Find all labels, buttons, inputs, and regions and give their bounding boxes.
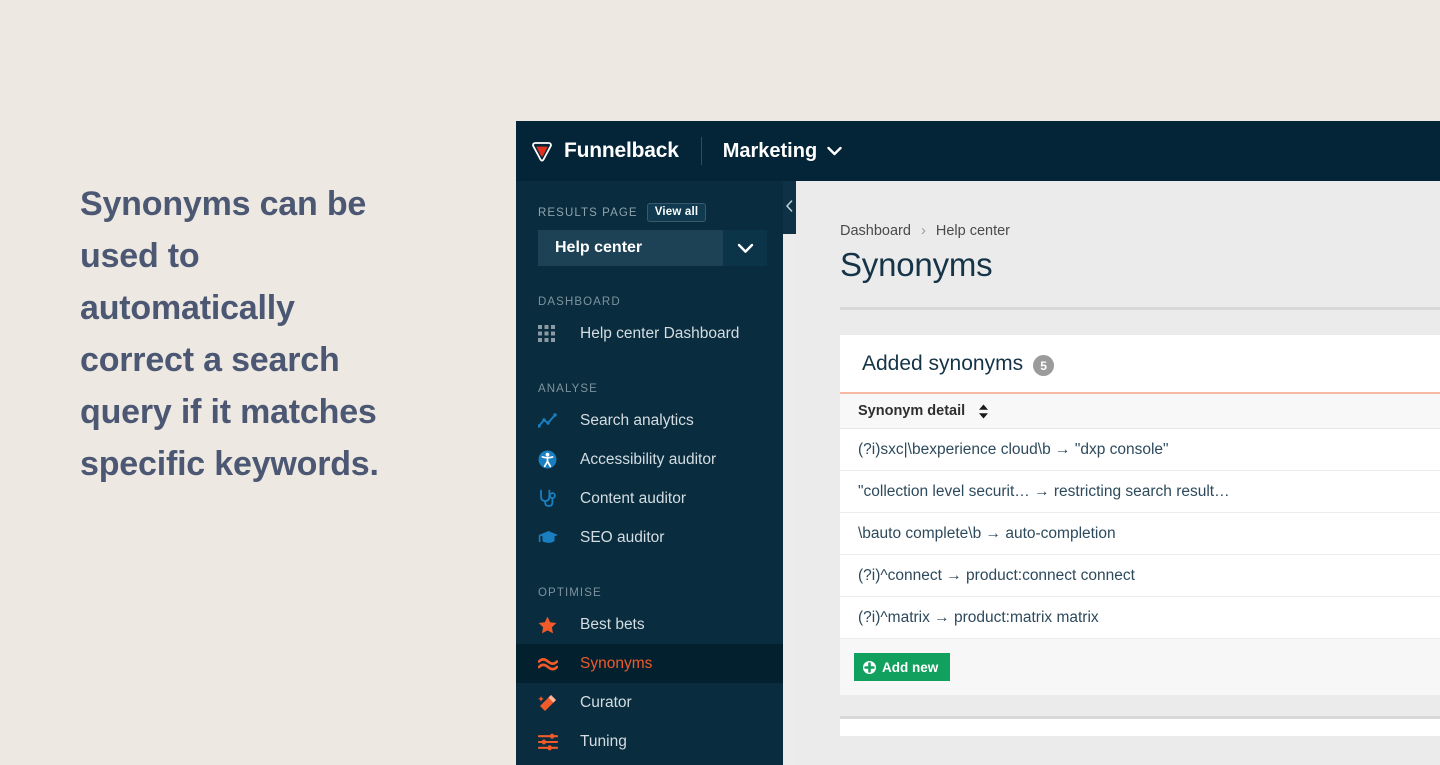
breadcrumb-item-dashboard[interactable]: Dashboard	[840, 223, 911, 239]
table-row[interactable]: (?i)^matrix → product:matrix matrix	[840, 597, 1440, 639]
card-header: Added synonyms 5	[840, 335, 1440, 394]
results-page-select[interactable]: Help center	[538, 230, 767, 266]
results-page-label: RESULTS PAGE View all	[516, 203, 783, 222]
sidebar-item-search-analytics[interactable]: Search analytics	[516, 401, 783, 440]
app-window: Funnelback Marketing RESULTS PAGE View a…	[516, 121, 1440, 765]
sidebar-item-label: SEO auditor	[580, 528, 665, 546]
topbar-divider	[700, 137, 702, 165]
chevron-down-icon	[827, 146, 842, 156]
add-new-label: Add new	[882, 659, 939, 675]
brand-name: Funnelback	[564, 139, 679, 162]
sidebar-item-label: Accessibility auditor	[580, 450, 717, 468]
breadcrumb: Dashboard › Help center	[796, 181, 1440, 239]
sidebar-group-title-optimise: OPTIMISE	[538, 587, 602, 599]
stethoscope-icon	[538, 489, 566, 508]
sidebar-item-label: Best bets	[580, 615, 645, 633]
sidebar-item-label: Synonyms	[580, 654, 653, 672]
results-page-label-text: RESULTS PAGE	[538, 206, 638, 219]
sidebar-item-label: Help center Dashboard	[580, 324, 740, 342]
funnelback-logo-icon	[529, 139, 555, 165]
sidebar-item-help-center-dashboard[interactable]: Help center Dashboard	[516, 314, 783, 353]
table-row[interactable]: \bauto complete\b → auto-completion	[840, 513, 1440, 555]
add-new-button[interactable]: Add new	[854, 653, 951, 681]
synonym-count-badge: 5	[1033, 355, 1055, 376]
title-divider	[840, 307, 1440, 310]
sidebar: RESULTS PAGE View all Help center DASHBO…	[516, 181, 783, 765]
sidebar-item-accessibility-auditor[interactable]: Accessibility auditor	[516, 440, 783, 479]
view-all-button[interactable]: View all	[646, 203, 707, 222]
caption-text: Synonyms can be used to automatically co…	[80, 185, 379, 483]
sidebar-item-seo-auditor[interactable]: SEO auditor	[516, 518, 783, 557]
sidebar-item-synonyms[interactable]: Synonyms	[516, 644, 783, 683]
accessibility-icon	[538, 450, 566, 469]
wave-icon	[538, 656, 566, 672]
sidebar-item-curator[interactable]: Curator	[516, 683, 783, 722]
added-synonyms-card: Added synonyms 5 Synonym detail (?i)sxc|…	[840, 335, 1440, 695]
table-header-row[interactable]: Synonym detail	[840, 394, 1440, 429]
sidebar-item-label: Tuning	[580, 732, 627, 750]
graduation-cap-icon	[538, 529, 566, 546]
results-page-selected-value: Help center	[555, 239, 643, 256]
plus-circle-icon	[863, 660, 876, 674]
sliders-icon	[538, 733, 566, 751]
column-header-synonym-detail: Synonym detail	[858, 403, 966, 419]
page-title: Synonyms	[840, 246, 993, 283]
collection-name: Marketing	[722, 139, 818, 162]
top-header-bar: Funnelback Marketing	[516, 121, 1440, 181]
card-title: Added synonyms	[862, 351, 1024, 375]
chevron-down-icon[interactable]	[723, 230, 767, 266]
synonym-rows: (?i)sxc|\bexperience cloud\b → "dxp cons…	[840, 429, 1440, 639]
sidebar-item-content-auditor[interactable]: Content auditor	[516, 479, 783, 518]
breadcrumb-separator: ›	[920, 223, 926, 239]
grid-icon	[538, 325, 566, 342]
breadcrumb-item-help-center[interactable]: Help center	[936, 223, 1010, 239]
sidebar-group-title-analyse: ANALYSE	[538, 383, 598, 395]
collection-switcher[interactable]: Marketing	[723, 140, 842, 163]
chevron-left-icon	[786, 199, 793, 216]
table-row[interactable]: (?i)sxc|\bexperience cloud\b → "dxp cons…	[840, 429, 1440, 471]
table-row[interactable]: "collection level securit… → restricting…	[840, 471, 1440, 513]
sort-updown-icon[interactable]	[978, 404, 989, 419]
sidebar-group-title-dashboard: DASHBOARD	[538, 296, 621, 308]
line-chart-icon	[538, 412, 566, 429]
star-icon	[538, 616, 566, 634]
sidebar-item-best-bets[interactable]: Best bets	[516, 605, 783, 644]
secondary-panel	[840, 716, 1440, 736]
sidebar-collapse-toggle[interactable]	[783, 181, 796, 234]
table-row[interactable]: (?i)^connect → product:connect connect	[840, 555, 1440, 597]
card-footer: Add new	[840, 639, 1440, 695]
sidebar-item-tuning[interactable]: Tuning	[516, 722, 783, 761]
sidebar-item-label: Content auditor	[580, 489, 686, 507]
sidebar-item-label: Search analytics	[580, 411, 694, 429]
magic-wand-icon	[538, 693, 566, 712]
sidebar-item-label: Curator	[580, 693, 632, 711]
main-content: Dashboard › Help center Synonyms Added s…	[796, 181, 1440, 765]
